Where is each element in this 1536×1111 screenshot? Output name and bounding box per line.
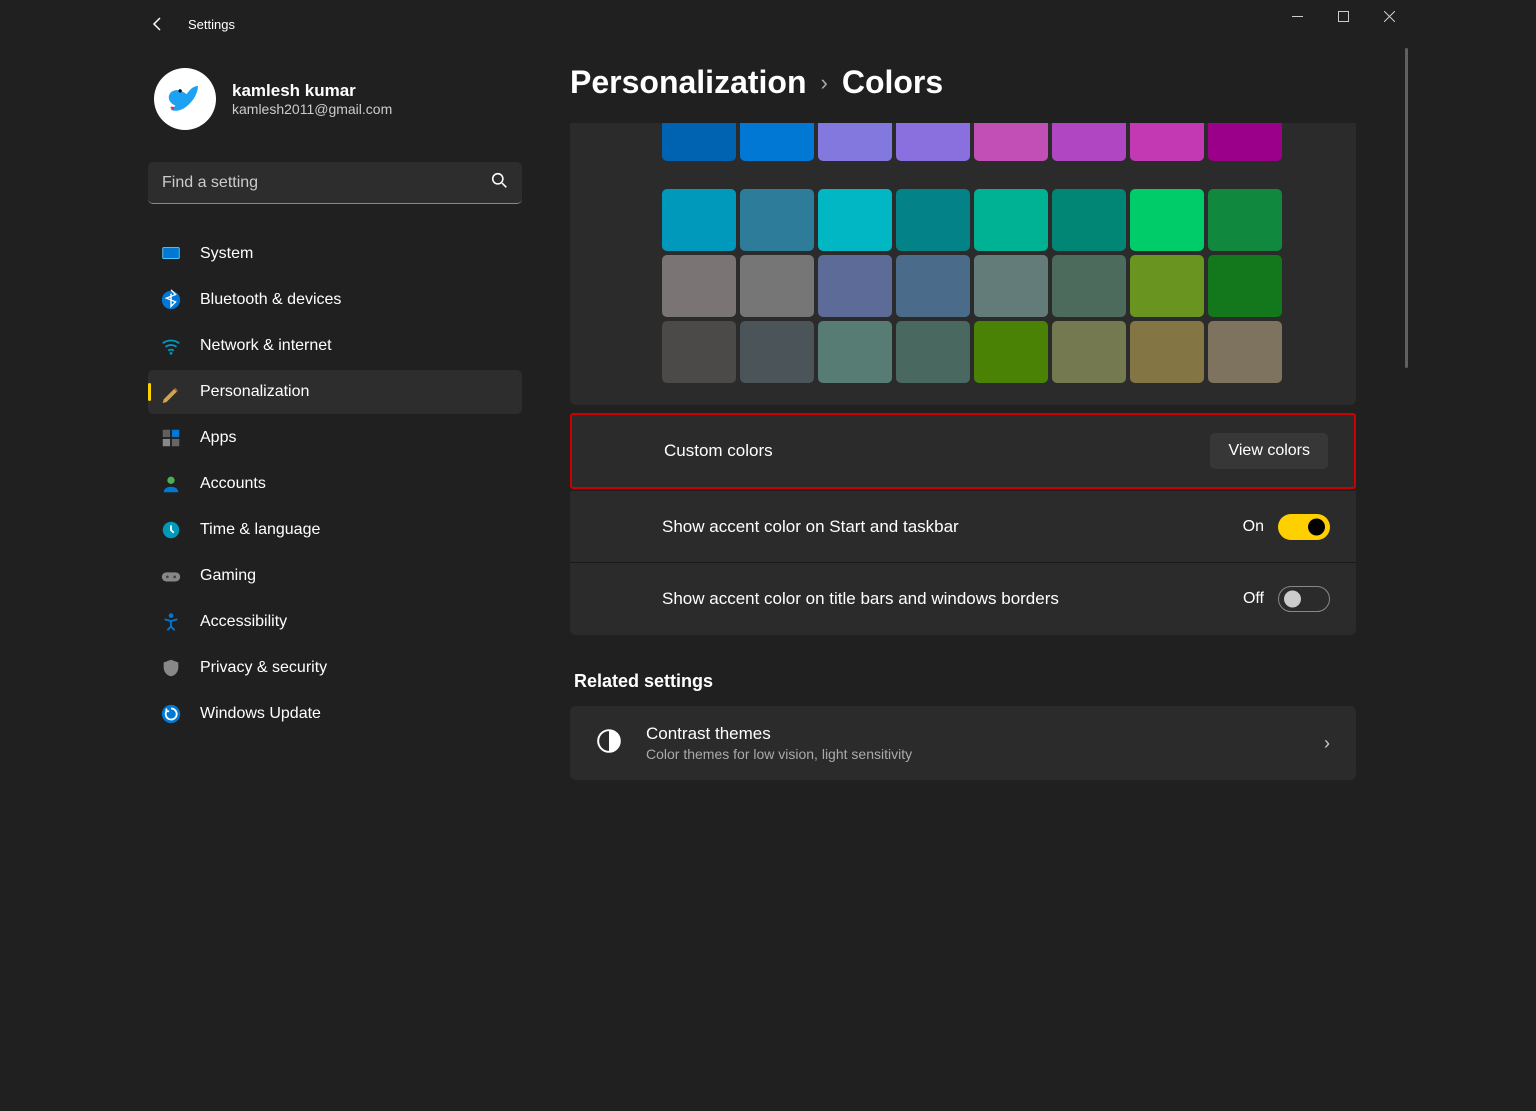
minimize-button[interactable] [1274,0,1320,32]
bluetooth-icon [160,289,182,311]
sidebar-item-personalization[interactable]: Personalization [148,370,522,414]
color-swatch[interactable] [662,255,736,317]
accent-start-taskbar-label: Show accent color on Start and taskbar [662,514,1243,540]
color-swatch[interactable] [974,189,1048,251]
related-settings-header: Related settings [574,671,1404,692]
contrast-themes-card[interactable]: Contrast themes Color themes for low vis… [570,706,1356,780]
color-swatch[interactable] [1130,255,1204,317]
color-swatch[interactable] [818,189,892,251]
sidebar-item-system[interactable]: System [148,232,522,276]
apps-icon [160,427,182,449]
contrast-icon [596,728,622,759]
sidebar-item-label: Time & language [200,521,320,539]
user-email: kamlesh2011@gmail.com [232,101,392,117]
accent-titlebar-toggle[interactable] [1278,586,1330,612]
sidebar-item-accessibility[interactable]: Accessibility [148,600,522,644]
contrast-sub: Color themes for low vision, light sensi… [646,746,1300,762]
privacy-icon [160,657,182,679]
network-icon [160,335,182,357]
color-swatch[interactable] [818,255,892,317]
sidebar-item-privacy[interactable]: Privacy & security [148,646,522,690]
color-swatch[interactable] [818,123,892,161]
user-name: kamlesh kumar [232,81,392,101]
back-button[interactable] [138,4,178,44]
sidebar-item-label: Accounts [200,475,266,493]
view-colors-button[interactable]: View colors [1210,433,1328,469]
sidebar-item-apps[interactable]: Apps [148,416,522,460]
contrast-title: Contrast themes [646,724,1300,744]
color-swatch[interactable] [1052,123,1126,161]
user-profile[interactable]: kamlesh kumar kamlesh2011@gmail.com [148,68,522,130]
color-swatch[interactable] [1208,189,1282,251]
accent-start-taskbar-toggle[interactable] [1278,514,1330,540]
color-swatch[interactable] [1130,123,1204,161]
color-swatch[interactable] [1208,321,1282,383]
color-swatch[interactable] [740,189,814,251]
color-swatch[interactable] [896,255,970,317]
breadcrumb-parent[interactable]: Personalization [570,64,807,101]
maximize-button[interactable] [1320,0,1366,32]
chevron-right-icon: › [1324,733,1330,754]
close-button[interactable] [1366,0,1412,32]
chevron-right-icon: › [821,70,828,96]
custom-colors-row: Custom colors View colors [570,413,1356,489]
accounts-icon [160,473,182,495]
search-input[interactable] [148,162,522,204]
sidebar-item-gaming[interactable]: Gaming [148,554,522,598]
color-swatch[interactable] [974,123,1048,161]
custom-colors-label: Custom colors [664,438,1210,464]
color-swatch[interactable] [662,321,736,383]
accessibility-icon [160,611,182,633]
avatar [154,68,216,130]
sidebar-item-label: Windows Update [200,705,321,723]
time-icon [160,519,182,541]
sidebar-item-label: Gaming [200,567,256,585]
color-swatch[interactable] [1208,123,1282,161]
sidebar-item-label: Accessibility [200,613,287,631]
color-swatch[interactable] [896,123,970,161]
breadcrumb-current: Colors [842,64,943,101]
color-swatch[interactable] [662,189,736,251]
accent-color-grid [570,123,1356,405]
sidebar-item-label: Network & internet [200,337,332,355]
color-swatch[interactable] [1052,189,1126,251]
color-swatch[interactable] [1052,255,1126,317]
sidebar-item-label: Personalization [200,383,309,401]
color-swatch[interactable] [1052,321,1126,383]
scrollbar[interactable] [1405,48,1408,368]
sidebar-item-bluetooth[interactable]: Bluetooth & devices [148,278,522,322]
toggle-state-off: Off [1243,590,1264,608]
color-swatch[interactable] [974,255,1048,317]
color-swatch[interactable] [974,321,1048,383]
accent-titlebar-label: Show accent color on title bars and wind… [662,586,1243,612]
sidebar-item-time[interactable]: Time & language [148,508,522,552]
search-icon [491,172,508,194]
sidebar-item-label: Privacy & security [200,659,327,677]
color-swatch[interactable] [1130,189,1204,251]
sidebar-item-accounts[interactable]: Accounts [148,462,522,506]
color-swatch[interactable] [896,321,970,383]
update-icon [160,703,182,725]
accent-titlebar-row: Show accent color on title bars and wind… [570,563,1356,635]
sidebar-item-network[interactable]: Network & internet [148,324,522,368]
app-title: Settings [188,17,235,32]
gaming-icon [160,565,182,587]
personalization-icon [160,381,182,403]
color-swatch[interactable] [740,255,814,317]
color-swatch[interactable] [740,321,814,383]
color-swatch[interactable] [896,189,970,251]
color-swatch[interactable] [1130,321,1204,383]
sidebar-item-label: Bluetooth & devices [200,291,341,309]
sidebar-item-label: System [200,245,253,263]
color-swatch[interactable] [818,321,892,383]
toggle-state-on: On [1243,518,1264,536]
accent-start-taskbar-row: Show accent color on Start and taskbar O… [570,491,1356,563]
sidebar-item-label: Apps [200,429,236,447]
system-icon [160,243,182,265]
sidebar-item-update[interactable]: Windows Update [148,692,522,736]
color-swatch[interactable] [1208,255,1282,317]
color-swatch[interactable] [662,123,736,161]
color-swatch[interactable] [740,123,814,161]
